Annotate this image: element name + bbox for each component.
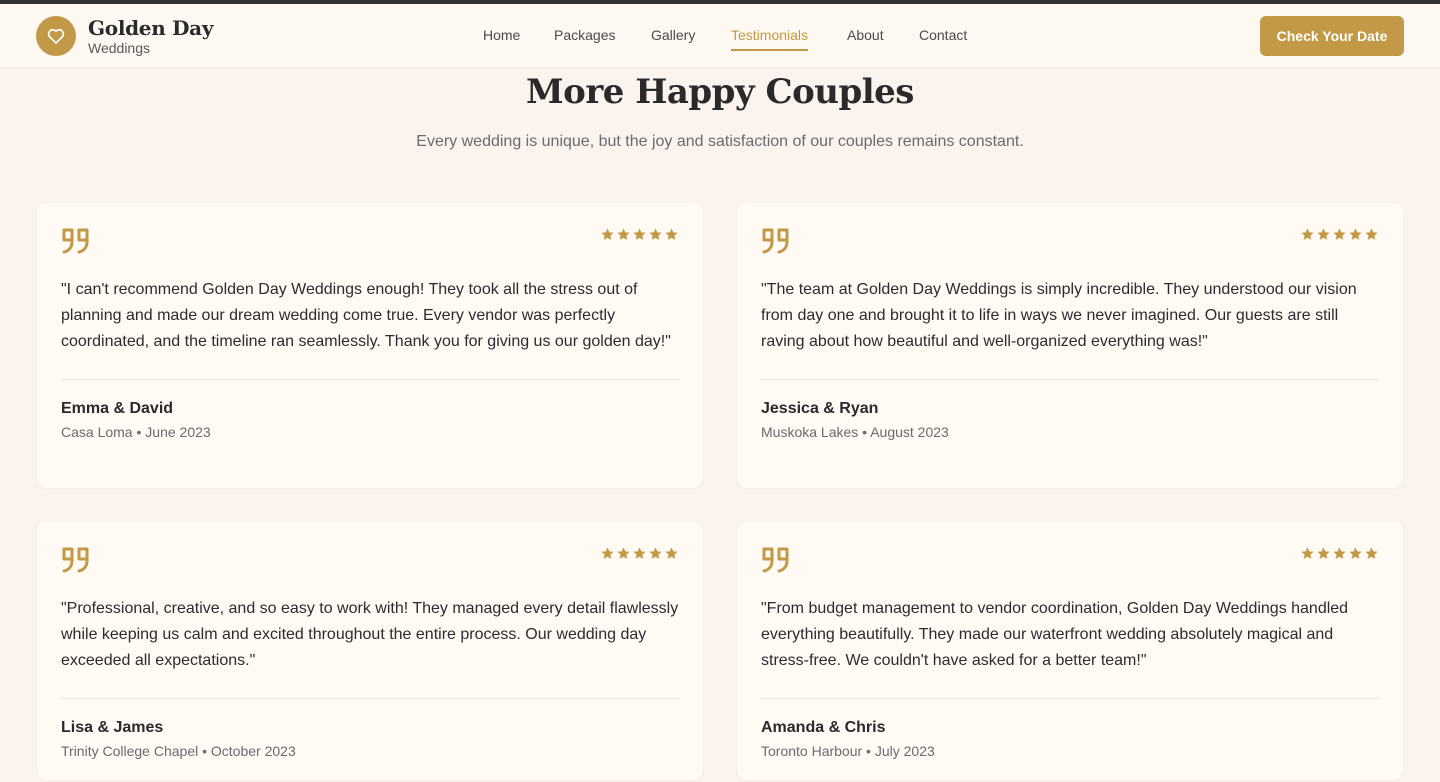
star-icon	[1300, 227, 1315, 247]
wedding-date: August 2023	[870, 424, 949, 440]
star-icon	[1332, 546, 1347, 566]
nav-packages[interactable]: Packages	[554, 27, 615, 43]
star-icon	[1316, 227, 1331, 247]
divider	[61, 379, 679, 380]
star-icon	[1348, 546, 1363, 566]
testimonial-quote: "Professional, creative, and so easy to …	[61, 600, 679, 669]
divider	[761, 379, 1379, 380]
star-rating	[600, 227, 679, 247]
section-title: More Happy Couples	[526, 72, 914, 112]
wedding-date: July 2023	[874, 743, 935, 759]
check-date-button[interactable]: Check Your Date	[1260, 16, 1404, 56]
venue: Muskoka Lakes	[761, 424, 859, 440]
star-icon	[616, 546, 631, 566]
nav-gallery[interactable]: Gallery	[651, 27, 695, 43]
divider	[61, 698, 679, 699]
star-icon	[648, 546, 663, 566]
nav-testimonials[interactable]: Testimonials	[731, 27, 809, 51]
venue: Casa Loma	[61, 424, 133, 440]
nav-about[interactable]: About	[847, 27, 884, 43]
venue-date: Muskoka Lakes • August 2023	[761, 424, 949, 440]
testimonial-quote: "From budget management to vendor coordi…	[761, 600, 1349, 669]
couple-name: Lisa & James	[61, 719, 164, 736]
star-icon	[648, 227, 663, 247]
divider	[761, 698, 1379, 699]
couple-name: Jessica & Ryan	[761, 400, 879, 417]
star-icon	[1332, 227, 1347, 247]
quote-icon	[61, 546, 91, 579]
brand-subtitle: Weddings	[88, 39, 151, 56]
star-icon	[664, 546, 679, 566]
couple-name: Amanda & Chris	[761, 719, 886, 736]
testimonial-card: "From budget management to vendor coordi…	[737, 522, 1403, 780]
venue-date: Trinity College Chapel • October 2023	[61, 743, 296, 759]
testimonial-card: "Professional, creative, and so easy to …	[37, 522, 703, 780]
star-icon	[1364, 546, 1379, 566]
couple-name: Emma & David	[61, 400, 174, 417]
testimonial-quote: "The team at Golden Day Weddings is simp…	[761, 281, 1357, 350]
quote-icon	[761, 227, 791, 260]
star-icon	[1316, 546, 1331, 566]
venue: Trinity College Chapel	[61, 743, 199, 759]
star-icon	[632, 546, 647, 566]
star-icon	[600, 546, 615, 566]
star-icon	[600, 227, 615, 247]
star-icon	[1300, 546, 1315, 566]
star-rating	[1300, 227, 1379, 247]
site-header: Golden Day Weddings Home Packages Galler…	[0, 4, 1440, 68]
testimonial-quote: "I can't recommend Golden Day Weddings e…	[61, 281, 671, 350]
wedding-date: June 2023	[145, 424, 211, 440]
star-icon	[1364, 227, 1379, 247]
star-icon	[616, 227, 631, 247]
brand-title: Golden Day	[88, 15, 214, 40]
nav-contact[interactable]: Contact	[919, 27, 967, 43]
star-icon	[1348, 227, 1363, 247]
brand-logo[interactable]: Golden Day Weddings	[36, 16, 213, 56]
venue: Toronto Harbour	[761, 743, 863, 759]
section-subtitle: Every wedding is unique, but the joy and…	[416, 133, 1024, 150]
quote-icon	[761, 546, 791, 579]
heart-icon	[36, 16, 76, 56]
star-icon	[664, 227, 679, 247]
star-rating	[1300, 546, 1379, 566]
quote-icon	[61, 227, 91, 260]
venue-date: Toronto Harbour • July 2023	[761, 743, 935, 759]
venue-date: Casa Loma • June 2023	[61, 424, 211, 440]
star-icon	[632, 227, 647, 247]
nav-home[interactable]: Home	[483, 27, 520, 43]
star-rating	[600, 546, 679, 566]
testimonial-card: "I can't recommend Golden Day Weddings e…	[37, 203, 703, 488]
testimonial-card: "The team at Golden Day Weddings is simp…	[737, 203, 1403, 488]
wedding-date: October 2023	[210, 743, 296, 759]
